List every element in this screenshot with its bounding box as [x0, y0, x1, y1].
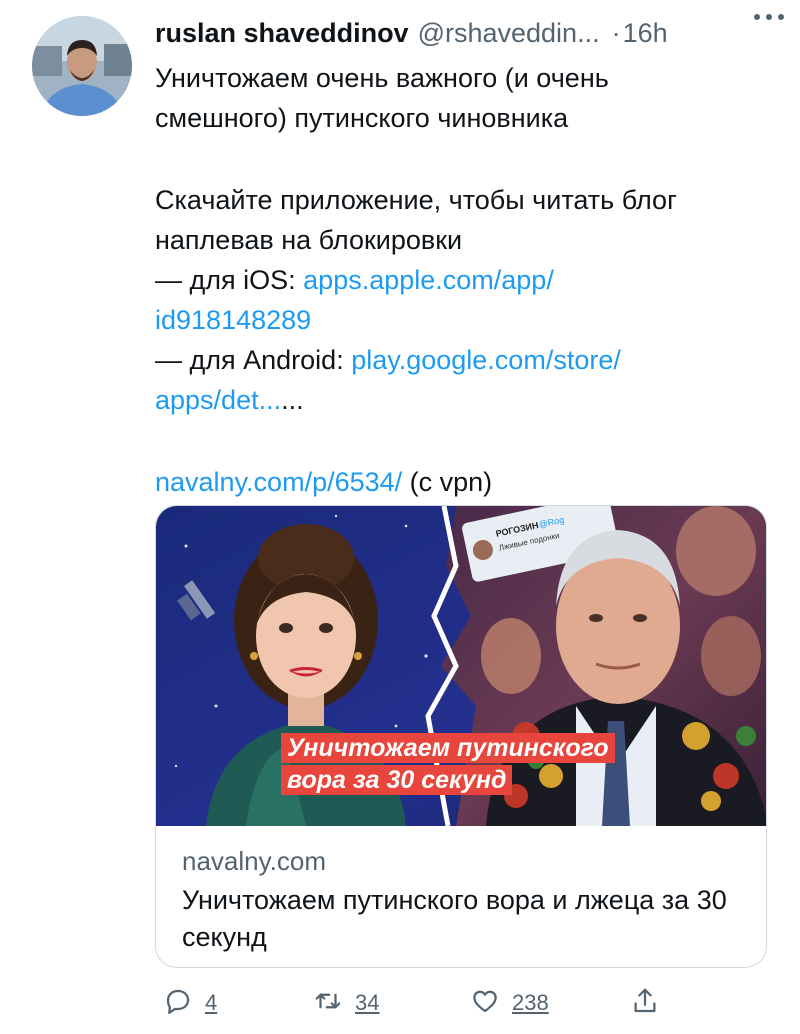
site-link[interactable]: navalny.com/p/6534/ — [155, 467, 402, 497]
author-name[interactable]: ruslan shaveddinov — [155, 18, 409, 49]
tweet-line: navalny.com/p/6534/ (с vpn) — [155, 462, 775, 502]
ios-link[interactable]: apps.apple.com/app/ — [303, 265, 554, 295]
card-title: Уничтожаем путинского вора и лжеца за 30… — [182, 885, 727, 952]
site-suffix: (с vpn) — [402, 467, 493, 497]
android-link-continued[interactable]: apps/det... — [155, 385, 281, 415]
tweet-line: — для Android: play.google.com/store/ — [155, 340, 775, 380]
tweet-line: смешного) путинского чиновника — [155, 103, 569, 133]
retweet-icon — [313, 986, 343, 1021]
like-button[interactable]: 238 — [470, 985, 549, 1021]
separator: · — [611, 17, 621, 48]
banner-line-2: вора за 30 секунд — [281, 765, 513, 795]
author-handle[interactable]: @rshaveddin... — [418, 18, 600, 49]
tweet-text: Уничтожаем очень важного (и очень смешно… — [155, 58, 775, 502]
android-link[interactable]: play.google.com/store/ — [351, 345, 621, 375]
reply-icon — [163, 986, 193, 1021]
tweet-line: — для iOS: apps.apple.com/app/ — [155, 260, 775, 300]
reply-button[interactable]: 4 — [163, 985, 217, 1021]
tweet-line: id918148289 — [155, 300, 775, 340]
timestamp[interactable]: 16h — [623, 18, 668, 49]
card-banner: Уничтожаем путинского вора за 30 секунд — [281, 733, 615, 797]
share-icon — [630, 986, 660, 1021]
link-card[interactable]: РОГОЗИН @Rog Лживые подонки Уничтожаем п… — [155, 505, 767, 968]
avatar[interactable] — [32, 16, 132, 116]
more-icon[interactable] — [752, 10, 786, 24]
tweet-line: apps/det...... — [155, 380, 775, 420]
avatar-photo — [32, 16, 132, 116]
action-bar: 4 34 238 — [155, 985, 775, 1025]
retweet-count: 34 — [355, 990, 380, 1015]
card-image: РОГОЗИН @Rog Лживые подонки Уничтожаем п… — [156, 506, 766, 826]
reply-count: 4 — [205, 990, 218, 1015]
android-suffix: ... — [281, 385, 304, 415]
like-icon — [470, 986, 500, 1021]
ios-prefix: — для iOS: — [155, 265, 304, 295]
card-domain: navalny.com — [182, 846, 327, 876]
tweet-line: Уничтожаем очень важного (и очень — [155, 63, 609, 93]
tweet-header: ruslan shaveddinov @rshaveddin... · 16h — [155, 16, 785, 50]
like-count: 238 — [512, 990, 549, 1015]
banner-line-1: Уничтожаем путинского — [281, 733, 615, 763]
tweet-line: Скачайте приложение, чтобы читать блог — [155, 185, 677, 215]
tweet-line: наплевав на блокировки — [155, 225, 463, 255]
share-button[interactable] — [630, 985, 660, 1021]
ios-link-continued[interactable]: id918148289 — [155, 305, 311, 335]
retweet-button[interactable]: 34 — [313, 985, 379, 1021]
android-prefix: — для Android: — [155, 345, 352, 375]
